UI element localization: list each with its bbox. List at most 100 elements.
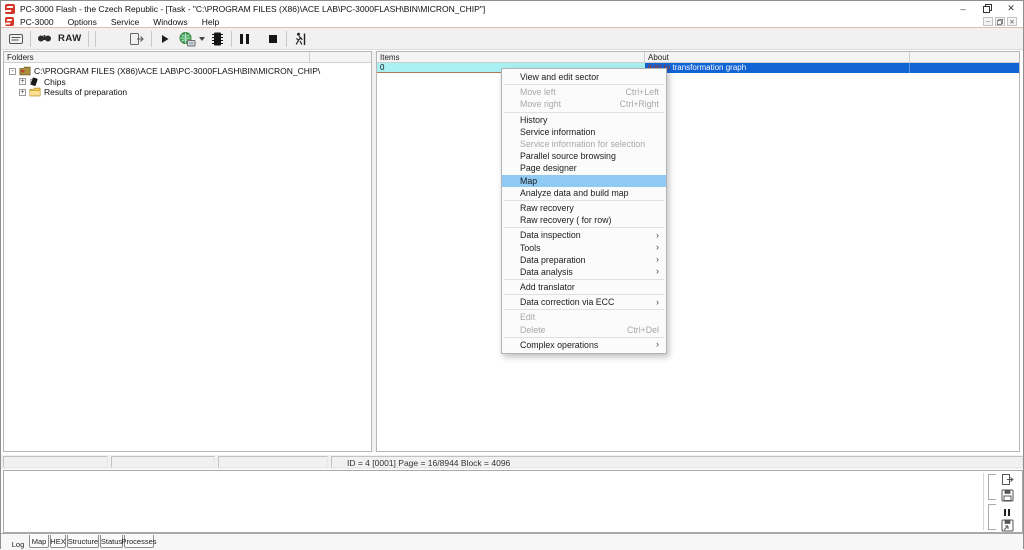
autosave-log-button[interactable] (1000, 519, 1014, 532)
menu-item-analyze-data-and-build-map[interactable]: Analyze data and build map (502, 187, 666, 199)
terminate-button[interactable] (290, 29, 310, 48)
tree-row-root[interactable]: - C:\PROGRAM FILES (X86)\ACE LAB\PC-3000… (4, 66, 371, 77)
menu-separator (504, 84, 664, 85)
menu-item-move-left[interactable]: Move leftCtrl+Left (502, 86, 666, 98)
pause-log-button[interactable] (1000, 506, 1014, 519)
menu-item-label: Data inspection (520, 230, 581, 240)
menu-item-tools[interactable]: Tools› (502, 241, 666, 253)
tree-label-results: Results of preparation (44, 87, 127, 97)
column-header-about[interactable]: About (645, 52, 910, 62)
menu-item-edit[interactable]: Edit (502, 311, 666, 323)
menu-item-view-and-edit-sector[interactable]: View and edit sector (502, 71, 666, 83)
menu-item-add-translator[interactable]: Add translator (502, 281, 666, 293)
menu-item-delete[interactable]: DeleteCtrl+Del (502, 324, 666, 336)
stop-button[interactable] (263, 29, 283, 48)
tab-log[interactable]: Log (5, 538, 31, 550)
menu-separator (504, 309, 664, 310)
menu-item-parallel-source-browsing[interactable]: Parallel source browsing (502, 150, 666, 162)
restore-button[interactable] (975, 1, 999, 16)
menu-item-map[interactable]: Map (502, 175, 666, 187)
menu-item-service-information[interactable]: Service information (502, 126, 666, 138)
start-button[interactable] (155, 29, 175, 48)
exit-task-button[interactable] (125, 29, 148, 48)
mdi-restore-button[interactable] (995, 17, 1005, 26)
menu-item-complex-operations[interactable]: Complex operations› (502, 339, 666, 351)
tab-processes[interactable]: Processes (124, 535, 154, 548)
status-segment-3 (218, 456, 328, 468)
save-log-icon (1001, 489, 1014, 502)
export-log-button[interactable] (1000, 473, 1014, 486)
expand-icon[interactable]: + (19, 89, 26, 96)
collapse-icon[interactable]: - (9, 68, 16, 75)
menu-options[interactable]: Options (68, 17, 105, 27)
menu-windows[interactable]: Windows (153, 17, 195, 27)
toolbar-separator (95, 31, 96, 47)
context-menu: View and edit sector Move leftCtrl+Left … (501, 68, 667, 354)
about-cell[interactable]: Add to transformation graph (645, 63, 910, 73)
menu-item-label: Service information for selection (520, 139, 645, 149)
read-chip-button[interactable] (175, 29, 208, 48)
chip-button[interactable] (208, 29, 228, 48)
minimize-button[interactable]: – (951, 1, 975, 16)
submenu-arrow-icon: › (656, 267, 659, 276)
save-log-button[interactable] (1000, 489, 1014, 502)
menu-item-label: Delete (520, 325, 545, 335)
status-bar: ID = 4 [0001] Page = 16/8944 Block = 409… (1, 455, 1023, 469)
terminate-runner-icon (293, 32, 307, 46)
bottom-tab-bar: Log Map HEX Structure Status Processes (1, 533, 1023, 550)
extra-cell (910, 63, 1019, 73)
status-segment-1 (3, 456, 108, 468)
pause-icon (240, 34, 243, 44)
tree-row-chips[interactable]: + Chips (4, 77, 371, 88)
menu-item-label: Data correction via ECC (520, 297, 614, 307)
chips-icon (29, 77, 41, 87)
card-reader-button[interactable] (5, 29, 27, 48)
mdi-close-button[interactable]: ✕ (1007, 17, 1017, 26)
menu-item-raw-recovery-for-row[interactable]: Raw recovery ( for row) (502, 214, 666, 226)
menu-service[interactable]: Service (111, 17, 147, 27)
folders-panel: Folders - C:\PROGRAM FILES (X86)\ACE LAB… (3, 51, 372, 452)
tree-label-root: C:\PROGRAM FILES (X86)\ACE LAB\PC-3000FL… (34, 66, 320, 76)
menu-help[interactable]: Help (202, 17, 227, 27)
expand-icon[interactable]: + (19, 78, 26, 85)
status-info-text: ID = 4 [0001] Page = 16/8944 Block = 409… (332, 457, 1022, 469)
raw-button[interactable]: RAW (55, 29, 85, 48)
menu-item-raw-recovery[interactable]: Raw recovery (502, 202, 666, 214)
menu-pc3000[interactable]: PC-3000 (20, 17, 62, 27)
search-button[interactable] (34, 29, 55, 48)
menu-bar: PC-3000 Options Service Windows Help – ✕ (1, 16, 1023, 27)
menu-item-data-preparation[interactable]: Data preparation› (502, 254, 666, 266)
menu-item-label: Move right (520, 99, 561, 109)
tab-structure[interactable]: Structure (67, 535, 99, 548)
mdi-minimize-button[interactable]: – (983, 17, 993, 26)
tab-map[interactable]: Map (29, 535, 49, 548)
menu-item-data-correction-via-ecc[interactable]: Data correction via ECC › (502, 296, 666, 308)
tab-status[interactable]: Status (100, 535, 123, 548)
exit-task-icon (128, 32, 145, 46)
menu-item-move-right[interactable]: Move right Ctrl+Right (502, 98, 666, 110)
menu-item-label: Edit (520, 312, 535, 322)
toolbar-separator (286, 31, 287, 47)
restore-icon (983, 4, 992, 13)
menu-item-data-inspection[interactable]: Data inspection› (502, 229, 666, 241)
menu-item-service-information-for-selection[interactable]: Service information for selection (502, 138, 666, 150)
close-button[interactable]: ✕ (999, 1, 1023, 16)
menu-shortcut: Ctrl+Right (620, 99, 659, 109)
tree-row-results[interactable]: + Results of preparation (4, 87, 371, 98)
folders-header[interactable]: Folders (4, 52, 310, 62)
submenu-arrow-icon: › (656, 298, 659, 307)
menu-item-history[interactable]: History (502, 114, 666, 126)
menu-item-page-designer[interactable]: Page designer (502, 162, 666, 174)
pause-button[interactable] (235, 29, 255, 48)
task-folder-icon (19, 66, 31, 76)
autosave-log-icon (1001, 519, 1014, 532)
menu-item-label: Tools (520, 243, 541, 253)
tree-label-chips: Chips (44, 77, 66, 87)
column-header-items[interactable]: Items (377, 52, 645, 62)
tab-hex[interactable]: HEX (50, 535, 66, 548)
menu-item-data-analysis[interactable]: Data analysis› (502, 266, 666, 278)
export-log-icon (1001, 473, 1014, 486)
status-segment-2 (111, 456, 215, 468)
menu-shortcut: Ctrl+Left (626, 87, 660, 97)
table-row-selected[interactable]: 0 Add to transformation graph (377, 63, 1019, 73)
